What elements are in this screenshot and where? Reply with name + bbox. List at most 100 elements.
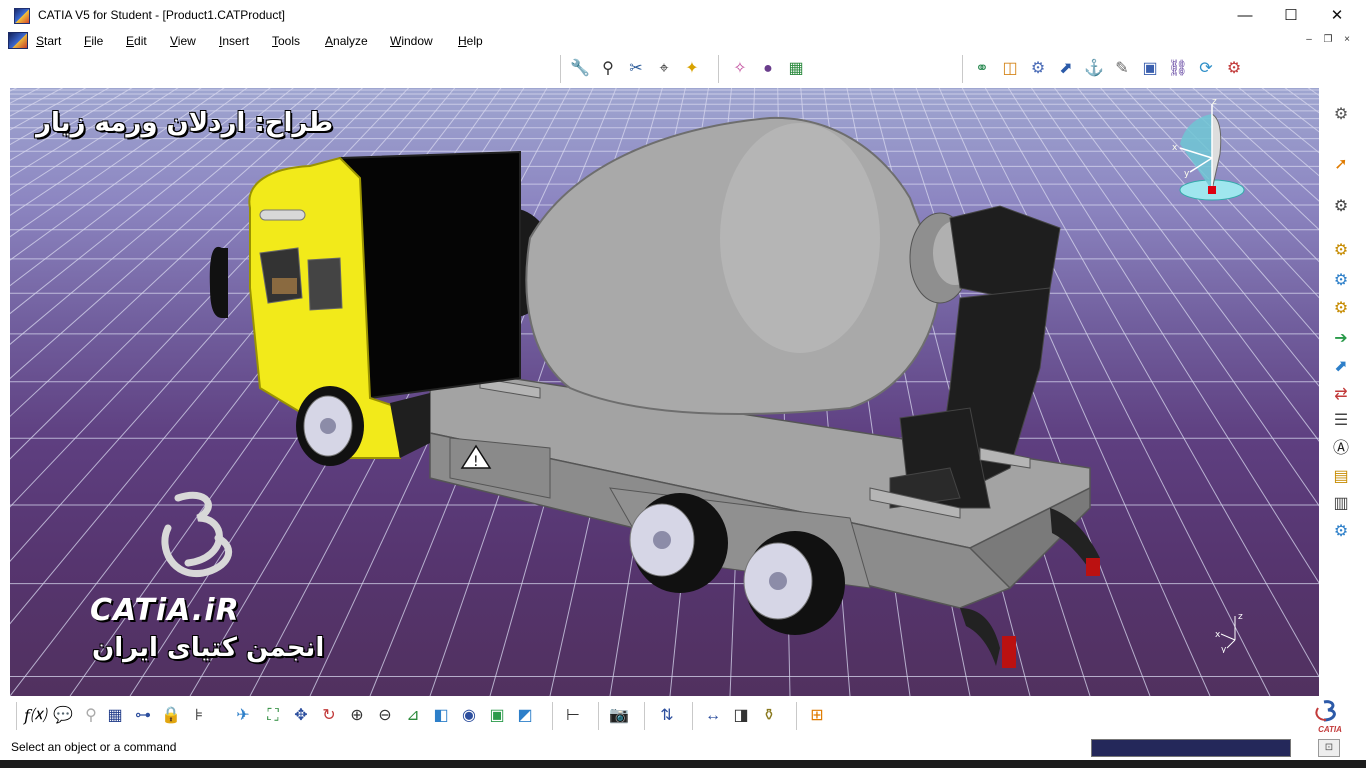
cog-icon[interactable]: ⚙ <box>1223 58 1245 80</box>
table-icon[interactable]: ▦ <box>104 705 126 727</box>
ruler-icon[interactable]: ⊢ <box>562 705 584 727</box>
formula-icon[interactable]: f⒳ <box>24 705 46 727</box>
tree-icon[interactable]: ⊶ <box>132 705 154 727</box>
menu-file[interactable]: File <box>84 34 103 48</box>
catia-logo-text: CATIA <box>1318 725 1342 734</box>
sphere-icon[interactable]: ● <box>757 58 779 80</box>
arrow-up-icon[interactable]: ⬈ <box>1329 356 1353 378</box>
document-icon[interactable] <box>8 32 28 49</box>
tree-icon[interactable]: ▤ <box>1329 466 1353 488</box>
toolbar-grip[interactable] <box>16 702 18 730</box>
gears-icon[interactable]: ⚙ <box>1027 58 1049 80</box>
doc-minimize-button[interactable]: – <box>1300 34 1318 48</box>
toolbar-grip[interactable] <box>692 702 694 730</box>
toolbar-grip[interactable] <box>552 702 554 730</box>
toolbar-grip[interactable] <box>796 702 798 730</box>
maximize-button[interactable]: ☐ <box>1268 0 1314 31</box>
tree-icon[interactable]: ▥ <box>1329 493 1353 515</box>
gear-icon[interactable]: ⚙ <box>1329 298 1353 320</box>
hide-show-icon[interactable]: ▣ <box>486 705 508 727</box>
swap-visible-icon[interactable]: ◩ <box>514 705 536 727</box>
top-toolbar: 🔧 ⚲ ✂ ⌖ ✦ ✧ ● ▦ ⚭ ◫ ⚙ ⬈ ⚓ ✎ ▣ ⛓ ⟳ ⚙ <box>0 51 1366 88</box>
zoom-out-icon[interactable]: ⊖ <box>374 705 396 727</box>
menu-tools[interactable]: Tools <box>272 34 300 48</box>
toolbar-grip[interactable] <box>962 55 964 83</box>
scissors-icon[interactable]: ✂ <box>625 58 647 80</box>
toolbar-grip[interactable] <box>644 702 646 730</box>
command-button[interactable]: ⊡ <box>1318 739 1340 757</box>
fly-icon[interactable]: ✈ <box>232 705 254 727</box>
menu-insert[interactable]: Insert <box>219 34 249 48</box>
arrow-right-icon[interactable]: ➔ <box>1329 328 1353 350</box>
menu-edit[interactable]: Edit <box>126 34 147 48</box>
magnifier-icon[interactable]: ⚲ <box>597 58 619 80</box>
comment-icon[interactable]: 💬 <box>52 705 74 727</box>
title-bar: CATIA V5 for Student - [Product1.CATProd… <box>0 0 1366 31</box>
catia-logo: CATIA <box>1308 700 1352 734</box>
frame-icon[interactable]: ▣ <box>1139 58 1161 80</box>
wrench-icon[interactable]: 🔧 <box>569 58 591 80</box>
compass-z-label: z <box>1212 97 1217 107</box>
iso-view-icon[interactable]: ◧ <box>430 705 452 727</box>
svg-text:!: ! <box>473 454 479 470</box>
axis-y-label: y <box>1221 645 1227 653</box>
doc-close-button[interactable]: × <box>1338 34 1356 48</box>
compass-widget[interactable]: z x y <box>1160 94 1260 209</box>
select-arrow-icon[interactable]: ➚ <box>1329 154 1353 176</box>
crosshair-icon[interactable]: ⌖ <box>653 58 675 80</box>
blocks-icon[interactable]: ▦ <box>785 58 807 80</box>
anchor-icon[interactable]: ⚓ <box>1083 58 1105 80</box>
measure-between-icon[interactable]: ↔ <box>702 705 724 727</box>
link-icon[interactable]: ⚭ <box>971 58 993 80</box>
camera-icon[interactable]: 📷 <box>608 705 630 727</box>
constraint-icon[interactable]: ⊧ <box>188 705 210 727</box>
refresh-icon[interactable]: ⟳ <box>1195 58 1217 80</box>
front-wheel <box>296 386 364 466</box>
brand-subtitle: انجمن کتیای ایران <box>92 633 325 663</box>
doc-restore-button[interactable]: ❐ <box>1319 34 1337 48</box>
status-bar: Select an object or a command ⊡ <box>0 736 1366 760</box>
gear-icon[interactable]: ⚙ <box>1329 240 1353 262</box>
shading-icon[interactable]: ◉ <box>458 705 480 727</box>
toolbar-grip[interactable] <box>718 55 720 83</box>
3ds-logo <box>161 491 233 577</box>
lock-icon[interactable]: 🔒 <box>160 705 182 727</box>
pan-icon[interactable]: ✥ <box>290 705 312 727</box>
grid-icon[interactable]: ⊞ <box>806 705 828 727</box>
normal-view-icon[interactable]: ⊿ <box>402 705 424 727</box>
pencil-icon[interactable]: ✎ <box>1111 58 1133 80</box>
close-button[interactable]: ✕ <box>1314 0 1360 31</box>
menu-help[interactable]: Help <box>458 34 483 48</box>
menu-analyze[interactable]: Analyze <box>325 34 368 48</box>
gears-icon[interactable]: ⚙ <box>1329 104 1353 126</box>
menu-window[interactable]: Window <box>390 34 433 48</box>
arrow-icon[interactable]: ⬈ <box>1055 58 1077 80</box>
measure-item-icon[interactable]: ◨ <box>730 705 752 727</box>
brand-name: CATiA.iR <box>90 593 240 628</box>
menu-view[interactable]: View <box>170 34 196 48</box>
swap-icon[interactable]: ⇄ <box>1329 384 1353 406</box>
cube-icon[interactable]: ◫ <box>999 58 1021 80</box>
sparkle-icon[interactable]: ✧ <box>729 58 751 80</box>
command-input[interactable] <box>1091 739 1291 757</box>
star-icon[interactable]: ✦ <box>681 58 703 80</box>
minimize-button[interactable]: — <box>1222 0 1268 31</box>
inertia-icon[interactable]: ⚱ <box>758 705 780 727</box>
chain-icon[interactable]: ⛓ <box>1167 58 1189 80</box>
toolbar-grip[interactable] <box>560 55 562 83</box>
zoom-in-icon[interactable]: ⊕ <box>346 705 368 727</box>
text-icon[interactable]: Ⓐ <box>1329 438 1353 460</box>
catia-app-icon <box>14 8 30 24</box>
menu-bar: Start File Edit View Insert Tools Analyz… <box>0 31 1366 51</box>
doc-icon[interactable]: ☰ <box>1329 410 1353 432</box>
gear-icon[interactable]: ⚙ <box>1329 270 1353 292</box>
fit-all-icon[interactable]: ⛶ <box>262 705 284 727</box>
rotate-icon[interactable]: ↻ <box>318 705 340 727</box>
3d-viewport[interactable]: ! طراح: اردلان ورمه زیار CATiA.iR انجمن … <box>10 88 1319 696</box>
menu-start[interactable]: Start <box>36 34 61 48</box>
marker-icon[interactable]: ⚲ <box>80 705 102 727</box>
assembly-icon[interactable]: ⚙ <box>1329 196 1353 218</box>
network-icon[interactable]: ⚙ <box>1329 521 1353 543</box>
measure-icon[interactable]: ⇅ <box>656 705 678 727</box>
toolbar-grip[interactable] <box>598 702 600 730</box>
